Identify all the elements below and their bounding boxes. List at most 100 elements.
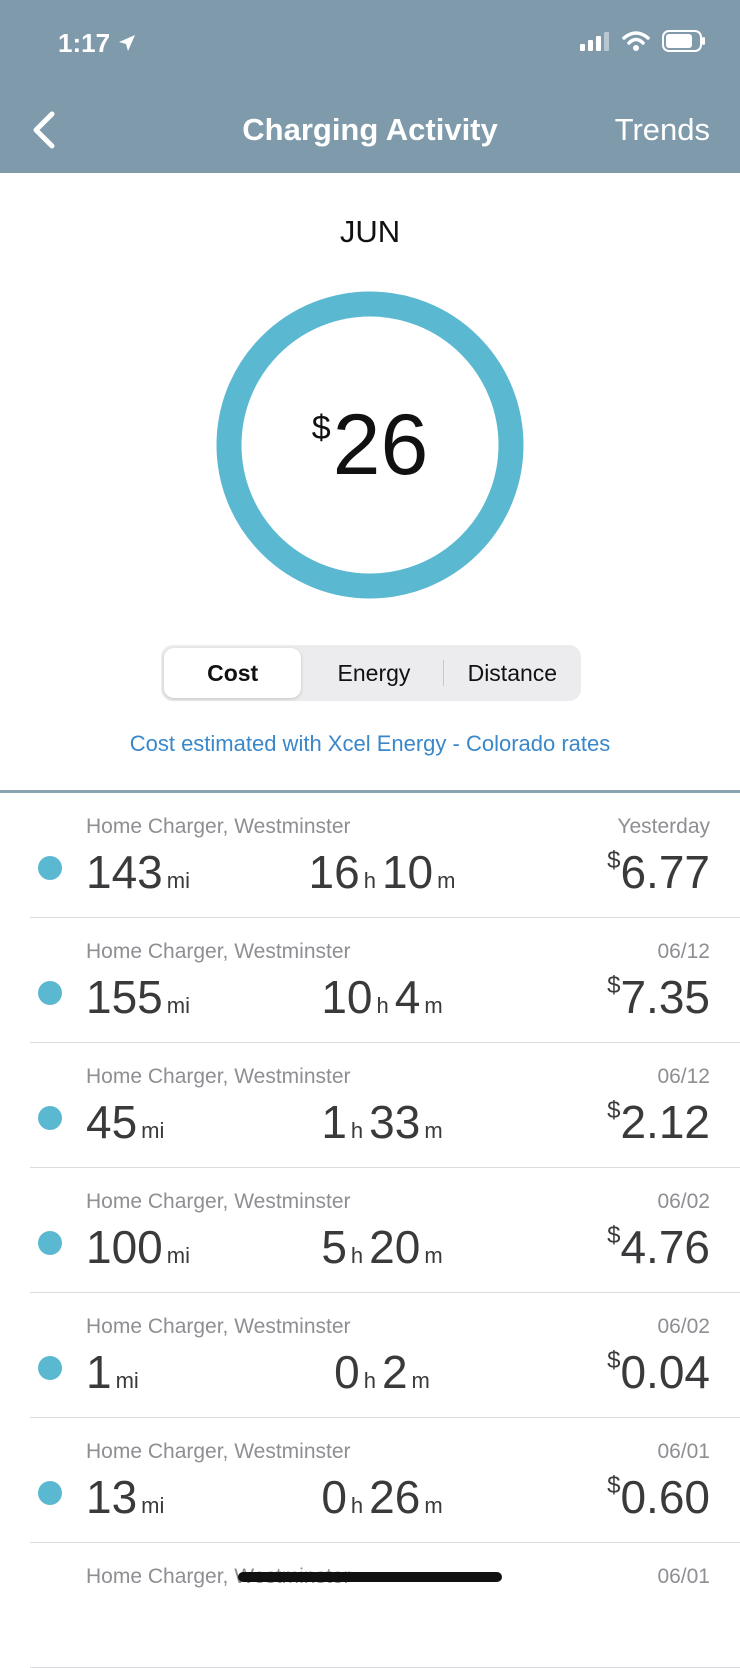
session-location: Home Charger, Westminster xyxy=(86,940,351,963)
charging-session-row[interactable]: Home Charger, Westminster 06/01 13 mi 0h2… xyxy=(30,1418,740,1543)
minutes-value: 26 xyxy=(369,1471,421,1523)
charging-session-row[interactable]: Home Charger, Westminster 06/01 xyxy=(30,1543,740,1668)
session-miles: 13 mi xyxy=(86,1470,170,1524)
session-location: Home Charger, Westminster xyxy=(86,1315,351,1338)
total-cost: $ 26 xyxy=(216,291,524,599)
hours-value: 5 xyxy=(321,1221,347,1273)
cost-currency: $ xyxy=(607,847,621,874)
session-location: Home Charger, Westminster xyxy=(86,1440,351,1463)
charging-session-row[interactable]: Home Charger, Westminster 06/02 1 mi 0h2m… xyxy=(30,1293,740,1418)
session-date: 06/02 xyxy=(657,1315,710,1338)
minutes-value: 2 xyxy=(381,1346,408,1398)
cost-value: 6.77 xyxy=(620,846,710,898)
hours-value: 0 xyxy=(321,1471,347,1523)
session-cost: $2.12 xyxy=(607,1095,710,1149)
session-dot-icon xyxy=(38,1106,62,1130)
wifi-icon xyxy=(622,30,650,57)
tab-cost[interactable]: Cost xyxy=(164,648,302,698)
session-duration: 5 h 20 m xyxy=(280,1220,490,1274)
cost-value: 4.76 xyxy=(620,1221,710,1273)
session-date: 06/01 xyxy=(657,1440,710,1463)
session-date: Yesterday xyxy=(617,815,710,838)
miles-unit: mi xyxy=(166,993,190,1018)
minutes-value: 20 xyxy=(369,1221,421,1273)
session-date: 06/02 xyxy=(657,1190,710,1213)
cost-currency: $ xyxy=(607,1472,621,1499)
hours-value: 0 xyxy=(334,1346,360,1398)
status-time-text: 1:17 xyxy=(58,28,111,58)
miles-unit: mi xyxy=(141,1118,165,1143)
session-date: 06/01 xyxy=(657,1565,710,1588)
minutes-unit: m xyxy=(424,1118,443,1143)
minutes-unit: m xyxy=(437,868,456,893)
miles-value: 1 xyxy=(86,1346,112,1398)
session-dot-icon xyxy=(38,981,62,1005)
session-cost: $4.76 xyxy=(607,1220,710,1274)
minutes-unit: m xyxy=(411,1368,430,1393)
session-dot-icon xyxy=(38,1481,62,1505)
hours-unit: h xyxy=(363,1368,376,1393)
charging-session-row[interactable]: Home Charger, Westminster 06/02 100 mi 5h… xyxy=(30,1168,740,1293)
session-duration: 16 h 10 m xyxy=(280,845,490,899)
session-dot-icon xyxy=(38,1231,62,1255)
miles-unit: mi xyxy=(115,1368,139,1393)
hours-unit: h xyxy=(350,1243,364,1268)
hours-value: 1 xyxy=(321,1096,347,1148)
charging-session-row[interactable]: Home Charger, Westminster 06/12 45 mi 1h3… xyxy=(30,1043,740,1168)
miles-value: 13 xyxy=(86,1471,138,1523)
session-miles: 1 mi xyxy=(86,1345,145,1399)
hours-value: 10 xyxy=(321,971,373,1023)
app-header: 1:17 Charging Activity Trends xyxy=(0,0,740,173)
rate-note-link[interactable]: Cost estimated with Xcel Energy - Colora… xyxy=(0,731,740,757)
session-duration: 1 h 33 m xyxy=(280,1095,490,1149)
cost-currency: $ xyxy=(607,972,621,999)
trends-button[interactable]: Trends xyxy=(615,112,710,148)
session-duration: 0h2m xyxy=(280,1345,490,1399)
home-indicator[interactable] xyxy=(238,1572,502,1582)
status-icons xyxy=(580,30,706,57)
session-miles: 100 mi xyxy=(86,1220,196,1274)
charging-session-list: Home Charger, Westminster Yesterday 143 m… xyxy=(0,793,740,1668)
cost-value: 7.35 xyxy=(620,971,710,1023)
tab-distance[interactable]: Distance xyxy=(444,648,581,698)
miles-value: 155 xyxy=(86,971,163,1023)
signal-icon xyxy=(580,31,610,56)
session-date: 06/12 xyxy=(657,1065,710,1088)
status-time: 1:17 xyxy=(58,28,136,59)
charging-session-row[interactable]: Home Charger, Westminster 06/12 155 mi 10… xyxy=(30,918,740,1043)
cost-value: 0.04 xyxy=(620,1346,710,1398)
cost-currency: $ xyxy=(607,1097,621,1124)
cost-currency: $ xyxy=(607,1222,621,1249)
session-cost: $7.35 xyxy=(607,970,710,1024)
session-location: Home Charger, Westminster xyxy=(86,1065,351,1088)
miles-value: 143 xyxy=(86,846,163,898)
session-cost: $0.60 xyxy=(607,1470,710,1524)
session-location: Home Charger, Westminster xyxy=(86,815,351,838)
total-cost-currency: $ xyxy=(311,409,331,447)
cost-value: 2.12 xyxy=(620,1096,710,1148)
minutes-value: 10 xyxy=(381,846,434,898)
total-cost-amount: 26 xyxy=(332,397,429,493)
miles-value: 45 xyxy=(86,1096,138,1148)
session-cost: $0.04 xyxy=(607,1345,710,1399)
month-label: JUN xyxy=(339,214,401,249)
session-location: Home Charger, Westminster xyxy=(86,1190,351,1213)
minutes-unit: m xyxy=(424,1493,443,1518)
session-duration: 10 h 4 m xyxy=(280,970,490,1024)
cost-value: 0.60 xyxy=(620,1471,710,1523)
metric-segmented-control: Cost Energy Distance xyxy=(161,645,581,701)
session-duration: 0 h 26 m xyxy=(280,1470,490,1524)
hours-unit: h xyxy=(350,1118,364,1143)
cost-currency: $ xyxy=(607,1347,621,1374)
minutes-value: 33 xyxy=(369,1096,421,1148)
session-miles: 155 mi xyxy=(86,970,196,1024)
battery-icon xyxy=(662,30,706,57)
minutes-unit: m xyxy=(424,993,443,1018)
charging-session-row[interactable]: Home Charger, Westminster Yesterday 143 m… xyxy=(30,793,740,918)
minutes-unit: m xyxy=(424,1243,443,1268)
session-miles: 143 mi xyxy=(86,845,196,899)
tab-energy[interactable]: Energy xyxy=(305,648,442,698)
session-dot-icon xyxy=(38,856,62,880)
hours-unit: h xyxy=(363,868,376,893)
hours-value: 16 xyxy=(308,846,360,898)
